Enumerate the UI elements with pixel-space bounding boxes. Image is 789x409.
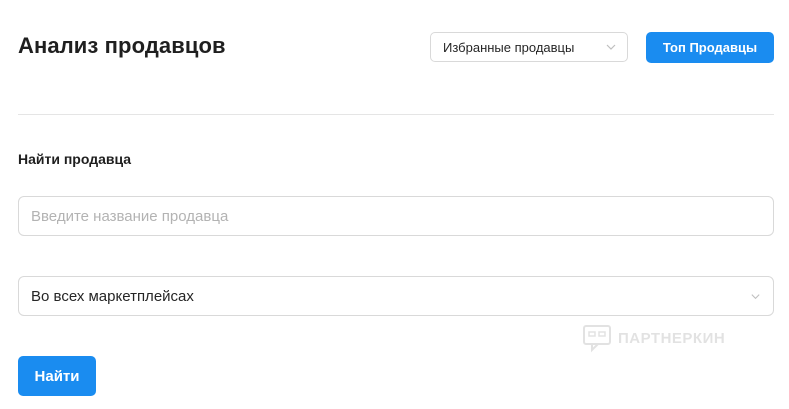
chevron-down-icon bbox=[751, 294, 760, 300]
top-sellers-button[interactable]: Топ Продавцы bbox=[646, 32, 774, 63]
chevron-down-icon bbox=[606, 44, 616, 50]
favorites-select[interactable]: Избранные продавцы bbox=[430, 32, 628, 62]
page-title: Анализ продавцов bbox=[18, 33, 226, 58]
marketplace-select[interactable]: Во всех маркетплейсах bbox=[18, 276, 774, 316]
marketplace-select-value: Во всех маркетплейсах bbox=[31, 287, 194, 305]
watermark-text: ПАРТНЕРКИН bbox=[618, 329, 726, 347]
seller-analysis-page: Анализ продавцов Избранные продавцы Топ … bbox=[0, 0, 789, 409]
favorites-select-value: Избранные продавцы bbox=[443, 39, 575, 55]
find-seller-label: Найти продавца bbox=[18, 151, 132, 167]
header-divider bbox=[18, 114, 774, 115]
find-button[interactable]: Найти bbox=[18, 356, 96, 396]
watermark: ПАРТНЕРКИН bbox=[582, 323, 725, 353]
seller-search-input[interactable] bbox=[18, 196, 774, 236]
partnerkin-logo-icon bbox=[583, 325, 611, 353]
